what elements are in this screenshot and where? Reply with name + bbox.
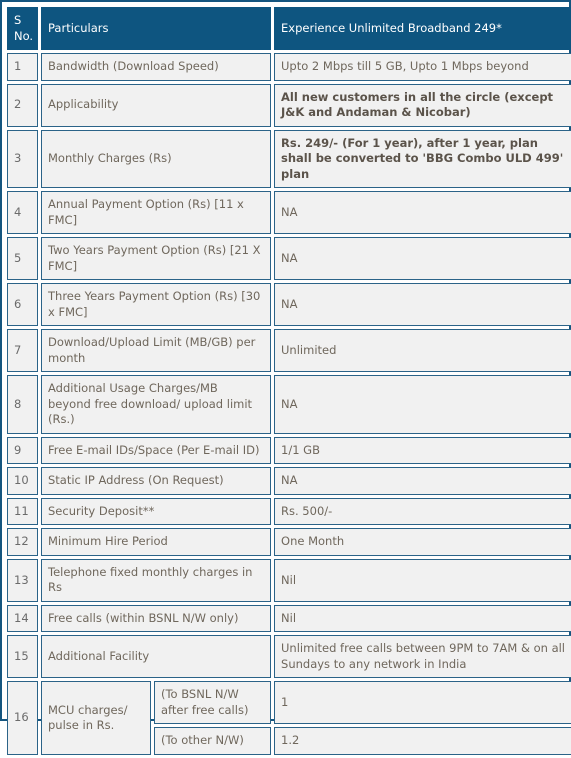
row-particulars: Static IP Address (On Request) xyxy=(41,467,272,495)
row-sno: 8 xyxy=(7,375,38,434)
table-row: 6 Three Years Payment Option (Rs) [30 x … xyxy=(7,283,571,327)
table-row: 4 Annual Payment Option (Rs) [11 x FMC] … xyxy=(7,191,571,235)
row-sno: 14 xyxy=(7,604,38,633)
table-row: 15 Additional Facility Unlimited free ca… xyxy=(7,635,571,679)
row-value: NA xyxy=(274,237,571,281)
column-header-sno-line2: No. xyxy=(14,28,34,43)
row-value: Unlimited xyxy=(274,329,571,373)
row-sno: 10 xyxy=(7,467,38,495)
row-particulars: Annual Payment Option (Rs) [11 x FMC] xyxy=(41,191,272,235)
table-row: 2 Applicability All new customers in all… xyxy=(7,83,571,127)
table-header-row: S No. Particulars Experience Unlimited Br… xyxy=(7,7,571,51)
row-particulars: Free calls (within BSNL N/W only) xyxy=(41,604,272,633)
table-row: 10 Static IP Address (On Request) NA xyxy=(7,467,571,495)
column-header-particulars: Particulars xyxy=(41,7,272,51)
row-sno: 11 xyxy=(7,497,38,526)
row-particulars: Bandwidth (Download Speed) xyxy=(41,53,272,81)
row-value: Upto 2 Mbps till 5 GB, Upto 1 Mbps beyon… xyxy=(274,53,571,81)
row-value: NA xyxy=(274,191,571,235)
table-row: 8 Additional Usage Charges/MB beyond fre… xyxy=(7,375,571,434)
row-particulars: Security Deposit** xyxy=(41,497,272,526)
row-value: NA xyxy=(274,283,571,327)
row-sno: 3 xyxy=(7,129,38,189)
table-row: 12 Minimum Hire Period One Month xyxy=(7,528,571,556)
row-particulars: Additional Facility xyxy=(41,635,272,679)
row-particulars: Free E-mail IDs/Space (Per E-mail ID) xyxy=(41,436,272,465)
row-particulars: Two Years Payment Option (Rs) [21 X FMC] xyxy=(41,237,272,281)
row-particulars: Telephone fixed monthly charges in Rs xyxy=(41,558,272,602)
row-sno: 16 xyxy=(7,681,38,755)
row-particulars: Monthly Charges (Rs) xyxy=(41,129,272,189)
row-sublabel: (To BSNL N/W after free calls) xyxy=(154,681,272,725)
row-sublabel: (To other N/W) xyxy=(154,727,272,755)
column-header-plan: Experience Unlimited Broadband 249* xyxy=(274,7,571,51)
table-header: S No. Particulars Experience Unlimited Br… xyxy=(7,7,571,51)
tariff-table-container: S No. Particulars Experience Unlimited Br… xyxy=(0,0,571,755)
row-value: NA xyxy=(274,467,571,495)
row-particulars: Download/Upload Limit (MB/GB) per month xyxy=(41,329,272,373)
table-row: 11 Security Deposit** Rs. 500/- xyxy=(7,497,571,526)
row-sno: 7 xyxy=(7,329,38,373)
broadband-tariff-table: S No. Particulars Experience Unlimited Br… xyxy=(4,4,571,758)
row-sno: 12 xyxy=(7,528,38,556)
table-row: 3 Monthly Charges (Rs) Rs. 249/- (For 1 … xyxy=(7,129,571,189)
table-body: 1 Bandwidth (Download Speed) Upto 2 Mbps… xyxy=(7,53,571,755)
row-value: Rs. 249/- (For 1 year), after 1 year, pl… xyxy=(274,129,571,189)
row-sno: 2 xyxy=(7,83,38,127)
row-particulars: Additional Usage Charges/MB beyond free … xyxy=(41,375,272,434)
row-value: NA xyxy=(274,375,571,434)
row-particulars: Applicability xyxy=(41,83,272,127)
column-header-sno-line1: S xyxy=(14,13,22,27)
row-sno: 1 xyxy=(7,53,38,81)
row-value: Unlimited free calls between 9PM to 7AM … xyxy=(274,635,571,679)
row-value: 1 xyxy=(274,681,571,725)
table-row-mcu-first: 16 MCU charges/ pulse in Rs. (To BSNL N/… xyxy=(7,681,571,755)
row-particulars: Minimum Hire Period xyxy=(41,528,272,556)
row-value: One Month xyxy=(274,528,571,556)
row-particulars: Three Years Payment Option (Rs) [30 x FM… xyxy=(41,283,272,327)
row-value: Rs. 500/- xyxy=(274,497,571,526)
row-sno: 4 xyxy=(7,191,38,235)
table-row: 13 Telephone fixed monthly charges in Rs… xyxy=(7,558,571,602)
row-value: Nil xyxy=(274,604,571,633)
table-row: 14 Free calls (within BSNL N/W only) Nil xyxy=(7,604,571,633)
table-row: 5 Two Years Payment Option (Rs) [21 X FM… xyxy=(7,237,571,281)
row-value: All new customers in all the circle (exc… xyxy=(274,83,571,127)
row-value: 1.2 xyxy=(274,727,571,755)
column-header-sno: S No. xyxy=(7,7,38,51)
row-sno: 5 xyxy=(7,237,38,281)
row-value: Nil xyxy=(274,558,571,602)
row-sno: 13 xyxy=(7,558,38,602)
table-row: 9 Free E-mail IDs/Space (Per E-mail ID) … xyxy=(7,436,571,465)
row-sno: 9 xyxy=(7,436,38,465)
row-sno: 15 xyxy=(7,635,38,679)
row-sno: 6 xyxy=(7,283,38,327)
table-row: 7 Download/Upload Limit (MB/GB) per mont… xyxy=(7,329,571,373)
row-particulars: MCU charges/ pulse in Rs. xyxy=(41,681,151,755)
row-value: 1/1 GB xyxy=(274,436,571,465)
table-row: 1 Bandwidth (Download Speed) Upto 2 Mbps… xyxy=(7,53,571,81)
